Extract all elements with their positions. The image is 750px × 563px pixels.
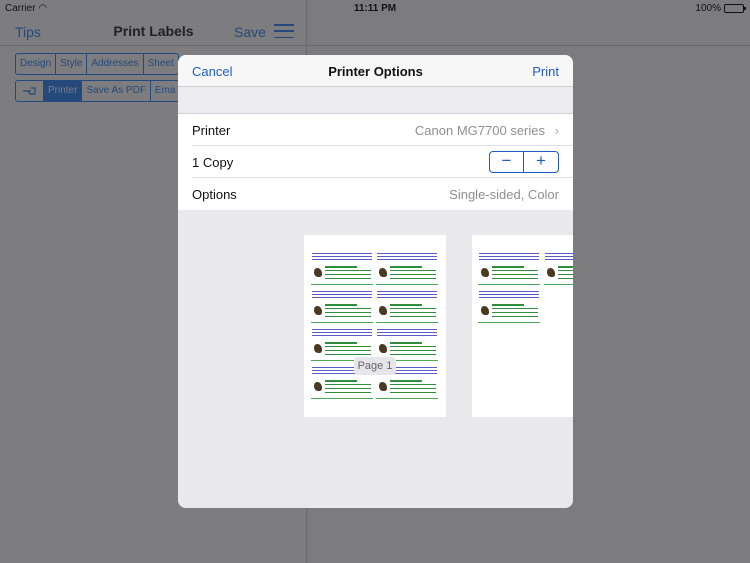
navigation-bar: Tips Print Labels Save [0, 16, 307, 46]
label-thumbnail [376, 289, 438, 323]
output-segmented-control: Printer Save As PDF Ema [15, 80, 181, 102]
menu-icon[interactable] [274, 24, 294, 38]
copies-label: 1 Copy [192, 155, 234, 170]
label-thumbnail [311, 327, 373, 361]
status-bar: Carrier ◠ 11:11 PM 100% [0, 0, 750, 16]
segment-printer[interactable]: Printer [44, 81, 83, 101]
print-preview: Page 1 [178, 210, 573, 508]
printer-row[interactable]: Printer Canon MG7700 series › [192, 114, 573, 146]
increment-button[interactable]: + [524, 152, 558, 172]
printer-options-dialog: Cancel Printer Options Print Printer Can… [178, 55, 573, 508]
print-button[interactable]: Print [532, 64, 559, 79]
section-segmented-control: Design Style Addresses Sheet [15, 53, 179, 75]
page-number-label: Page 1 [354, 357, 396, 375]
chevron-right-icon: › [554, 123, 559, 138]
battery-percent: 100% [695, 2, 721, 14]
options-list: Printer Canon MG7700 series › 1 Copy − +… [178, 113, 573, 211]
label-thumbnail [478, 289, 540, 323]
dialog-header: Cancel Printer Options Print [178, 55, 573, 87]
label-thumbnail [478, 251, 540, 285]
decrement-button[interactable]: − [490, 152, 524, 172]
label-thumbnail [376, 327, 438, 361]
options-row[interactable]: Options Single-sided, Color [192, 178, 573, 210]
detail-nav-bar [308, 16, 750, 46]
save-button[interactable]: Save [234, 24, 266, 40]
printer-value: Canon MG7700 series [414, 123, 545, 138]
battery-indicator: 100% [695, 2, 746, 14]
label-thumbnail [376, 251, 438, 285]
label-thumbnail [544, 251, 573, 285]
printer-label: Printer [192, 123, 231, 138]
segment-save-as-pdf[interactable]: Save As PDF [82, 81, 151, 101]
segment-design[interactable]: Design [16, 54, 57, 74]
copies-row: 1 Copy − + [192, 146, 573, 178]
preview-page-2[interactable] [472, 235, 573, 417]
battery-icon [724, 3, 746, 13]
preview-page-1[interactable] [304, 235, 446, 417]
label-thumbnail [311, 289, 373, 323]
label-thumbnail [311, 251, 373, 285]
dialog-title: Printer Options [328, 64, 423, 79]
hand-pointer-icon[interactable] [16, 81, 44, 101]
copies-stepper: − + [489, 151, 559, 173]
segment-addresses[interactable]: Addresses [87, 54, 144, 74]
status-time: 11:11 PM [353, 2, 397, 14]
segment-email[interactable]: Ema [151, 81, 180, 101]
segment-sheet[interactable]: Sheet [144, 54, 178, 74]
options-label: Options [192, 187, 237, 202]
segment-style[interactable]: Style [56, 54, 88, 74]
options-value: Single-sided, Color [449, 187, 559, 202]
